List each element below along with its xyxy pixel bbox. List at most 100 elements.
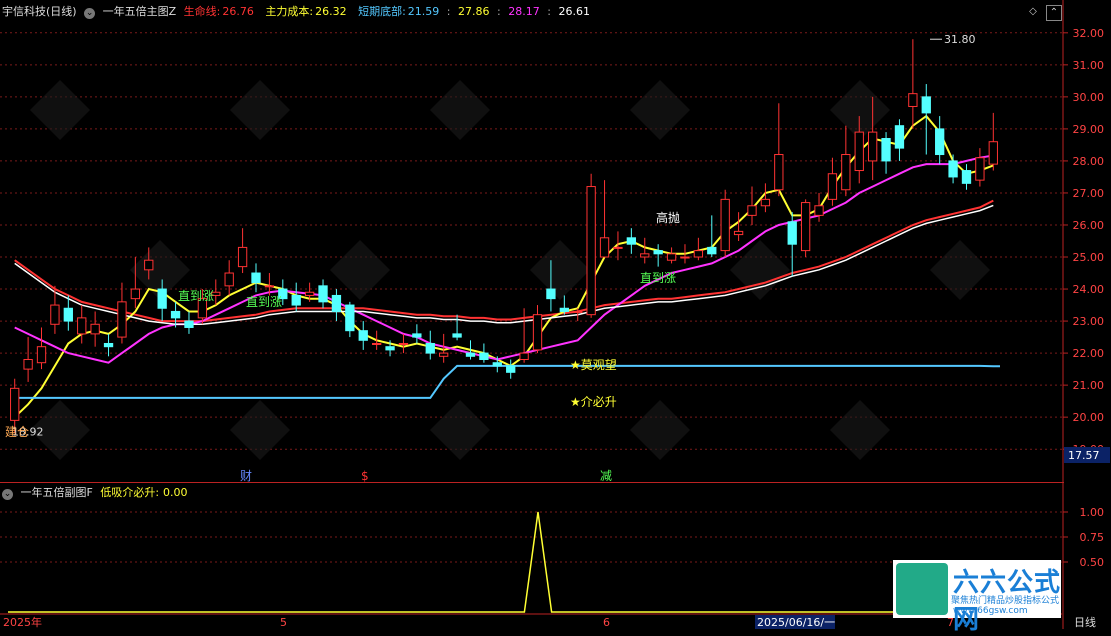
candle-body [519, 352, 529, 361]
price-tick-label: 29.00 [1073, 123, 1105, 136]
signal-label-6: ★介必升 [570, 395, 617, 409]
candle-body [532, 314, 543, 351]
price-tick-label: 23.00 [1073, 315, 1105, 328]
candle-body [492, 362, 502, 367]
price-tick-label: 21.00 [1073, 379, 1105, 392]
candle-body [63, 307, 73, 322]
candle-body [760, 198, 771, 207]
signal-label-0: 建仓 [5, 425, 29, 439]
candle-body [867, 131, 878, 162]
candle-body [787, 221, 797, 245]
candle-body [854, 131, 864, 172]
candle-body [666, 253, 677, 261]
last-price-label: 17.57 [1068, 449, 1100, 462]
candle-body [304, 291, 315, 296]
site-logo: 六六公式网 聚焦热门精品炒股指标公式 www.66gsw.com [893, 560, 1061, 635]
candle-body [117, 301, 127, 338]
watermark-mark [230, 80, 290, 140]
price-tick-label: 25.00 [1073, 251, 1105, 264]
candle-body [103, 342, 114, 348]
watermark-mark [30, 80, 90, 140]
event-marker-2: 减 [600, 469, 612, 483]
candle-body [90, 323, 100, 335]
candle-body [318, 285, 328, 303]
candle-body [573, 310, 583, 313]
watermark-mark [630, 80, 690, 140]
candle-body [827, 173, 838, 200]
candle-body [546, 288, 556, 300]
watermark-mark [630, 400, 690, 460]
price-tick-label: 32.00 [1073, 27, 1105, 40]
signal-label-1: 直到涨 [178, 288, 214, 303]
candle-body [130, 288, 141, 300]
price-tick-label: 28.00 [1073, 155, 1105, 168]
candle-body [331, 294, 342, 312]
candle-body [680, 256, 690, 259]
candle-body [961, 170, 972, 184]
high-price-label: 31.80 [944, 33, 976, 46]
candle-body [599, 237, 610, 258]
watermark-mark [730, 240, 790, 300]
candle-body [157, 288, 167, 309]
signal-label-3: 高抛 [656, 210, 680, 225]
date-label-2: 6 [603, 616, 610, 629]
candle-body [747, 205, 757, 216]
candle-body [144, 259, 154, 271]
candle-body [814, 205, 824, 216]
candle-body [237, 246, 248, 268]
price-tick-label: 26.00 [1073, 219, 1105, 232]
watermark-mark [230, 400, 290, 460]
candle-body [707, 246, 717, 255]
watermark-mark [430, 400, 490, 460]
candle-body [345, 304, 355, 332]
date-label-3: 2025/06/16/一 [757, 616, 835, 629]
candle-body [613, 246, 623, 249]
candle-body [720, 198, 730, 252]
candle-body [371, 342, 382, 345]
date-label-1: 5 [280, 616, 287, 629]
candle-body [774, 154, 784, 191]
candle-body [425, 342, 435, 354]
candle-body [640, 253, 650, 258]
candle-body [412, 333, 422, 338]
watermark-mark [830, 80, 890, 140]
candle-body [921, 96, 931, 114]
candle-body [385, 346, 395, 351]
event-marker-0: 财 [240, 469, 252, 483]
candle-body [439, 352, 449, 357]
price-tick-label: 24.00 [1073, 283, 1105, 296]
candle-body [908, 93, 918, 107]
price-chart[interactable]: 32.00 31.00 30.00 29.00 28.00 27.00 26.00 25.00… [0, 0, 1111, 629]
logo-mark-icon [896, 563, 948, 615]
candle-body [653, 250, 663, 255]
watermark-mark [530, 240, 590, 300]
signal-label-2: 直到涨 [246, 294, 282, 309]
candle-body [935, 128, 945, 156]
signal-label-5: ★莫观望 [570, 358, 617, 372]
candle-body [506, 365, 516, 373]
candle-body [264, 285, 275, 288]
candle-body [23, 359, 33, 370]
watermark-mark [330, 240, 390, 300]
candle-body [479, 352, 489, 361]
candle-body [881, 138, 891, 162]
candle-body [586, 186, 596, 316]
candle-body [894, 125, 905, 149]
candle-body [77, 317, 87, 335]
candle-body [184, 320, 194, 328]
price-tick-label: 30.00 [1073, 91, 1105, 104]
candle-body [291, 294, 301, 306]
price-tick-label: 22.00 [1073, 347, 1105, 360]
candle-body [398, 342, 409, 345]
candle-body [452, 333, 462, 338]
candle-body [465, 352, 476, 357]
candle-body [693, 250, 704, 258]
watermark-mark [830, 400, 890, 460]
candle-body [251, 272, 261, 284]
sub-tick-label: 0.75 [1080, 531, 1105, 544]
candle-body [988, 141, 998, 165]
candle-body [170, 310, 181, 319]
candle-body [358, 330, 368, 341]
watermark-mark [430, 80, 490, 140]
candle-body [841, 154, 851, 191]
